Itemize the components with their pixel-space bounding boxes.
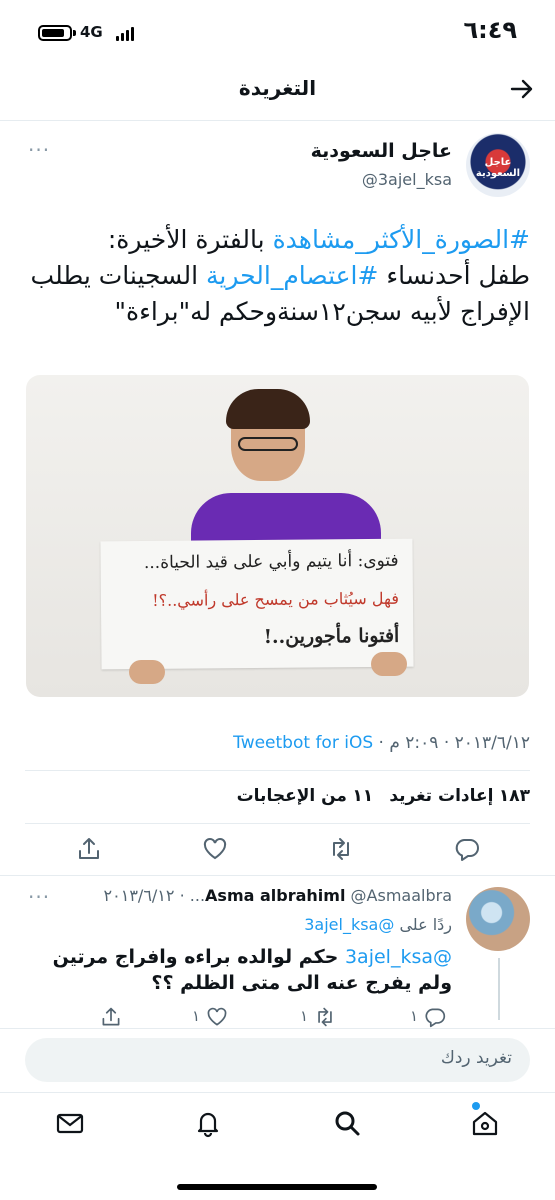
home-indicator xyxy=(177,1184,377,1190)
reply-compose-field[interactable]: تغريد ردك xyxy=(25,1038,530,1082)
reply-reply-button[interactable]: ١ xyxy=(410,1006,460,1030)
sign-line: أفتونا مأجورين..! xyxy=(263,624,400,648)
tab-home[interactable] xyxy=(470,1102,500,1138)
replying-to: ردًا على @3ajel_ksa xyxy=(304,915,452,934)
header-divider xyxy=(0,120,555,121)
actions-divider xyxy=(0,875,555,876)
photo-child-glasses xyxy=(238,437,298,451)
share-icon xyxy=(102,1007,120,1026)
reply-avatar[interactable] xyxy=(466,887,530,951)
retweet-icon xyxy=(333,838,349,860)
meta-separator: · xyxy=(443,733,450,753)
tweet-text-part: بالفترة الأخيرة: xyxy=(107,225,273,254)
notification-dot xyxy=(472,1102,480,1110)
author-handle[interactable]: @3ajel_ksa xyxy=(362,170,452,189)
more-icon[interactable]: ··· xyxy=(28,885,50,909)
photo-hand xyxy=(129,660,165,684)
search-icon xyxy=(335,1111,360,1136)
back-button[interactable] xyxy=(509,76,535,108)
stats-divider xyxy=(25,823,530,824)
battery-icon xyxy=(38,25,72,41)
home-icon xyxy=(472,1111,498,1136)
tweet-stats: ١٨٣ إعادات تغريد ١١ من الإعجابات xyxy=(237,786,530,806)
tweet-time: ٢:٠٩ م xyxy=(389,733,439,753)
network-type: 4G xyxy=(80,23,103,41)
tab-search[interactable] xyxy=(332,1108,362,1138)
retweet-icon xyxy=(318,1007,332,1027)
likes-label: من الإعجابات xyxy=(236,786,347,806)
sign-line: فتوى: أنا يتيم وأبي على قيد الحياة... xyxy=(143,550,399,573)
replying-to-handle[interactable]: @3ajel_ksa xyxy=(304,915,394,934)
photo-sign: فتوى: أنا يتيم وأبي على قيد الحياة... فه… xyxy=(100,538,414,670)
reply-share-button[interactable] xyxy=(100,1006,124,1030)
reply-header: Asma albrahiml @Asmaalbra... · ٢٠١٣/٦/١٢ xyxy=(104,886,452,905)
reply-date: ٢٠١٣/٦/١٢ xyxy=(103,886,175,905)
tweet-text-part: طفل أحدنساء xyxy=(378,261,530,290)
clock: ٦:٤٩ xyxy=(463,16,517,44)
replying-to-label: ردًا على xyxy=(399,915,452,934)
tabbar-divider xyxy=(0,1092,555,1093)
hashtag-link[interactable]: #الصورة_الأكثر_مشاهدة xyxy=(273,225,530,254)
avatar-logo-text: عاجل السعودية xyxy=(475,157,521,179)
comment-icon xyxy=(455,839,479,861)
likes-count: ١١ xyxy=(352,786,374,806)
comment-icon xyxy=(425,1008,446,1028)
reply-reply-count: ١ xyxy=(410,1007,419,1025)
reply-button[interactable] xyxy=(454,836,480,862)
arrow-right-icon xyxy=(510,79,533,99)
reply-mention[interactable]: @3ajel_ksa xyxy=(345,946,452,968)
tweet-meta: ٢٠١٣/٦/١٢ · ٢:٠٩ م · Tweetbot for iOS xyxy=(233,733,530,753)
more-icon[interactable]: ··· xyxy=(28,138,50,162)
bell-icon xyxy=(197,1112,219,1138)
tab-messages[interactable] xyxy=(55,1108,85,1138)
share-icon xyxy=(79,838,99,859)
tweet-date: ٢٠١٣/٦/١٢ xyxy=(454,733,530,753)
retweets-stat[interactable]: ١٨٣ إعادات تغريد xyxy=(389,786,530,806)
compose-divider xyxy=(0,1028,555,1029)
tweet-source-link[interactable]: Tweetbot for iOS xyxy=(233,733,373,753)
status-bar: 4G ٦:٤٩ xyxy=(0,0,555,60)
top-bar: التغريدة xyxy=(0,62,555,120)
page-title: التغريدة xyxy=(238,76,317,100)
likes-stat[interactable]: ١١ من الإعجابات xyxy=(237,786,374,806)
retweet-button[interactable] xyxy=(328,836,354,862)
thread-line xyxy=(498,958,500,1020)
battery-tip xyxy=(73,30,76,36)
signal-icon xyxy=(116,25,136,41)
reply-like-button[interactable]: ١ xyxy=(192,1006,242,1030)
meta-divider xyxy=(25,770,530,771)
mail-icon xyxy=(56,1113,84,1134)
retweets-count: ١٨٣ xyxy=(498,786,530,806)
sign-line: فهل سيُثاب من يمسح على رأسي..؟! xyxy=(152,588,400,610)
share-button[interactable] xyxy=(76,836,102,862)
heart-icon xyxy=(203,838,227,860)
hashtag-link[interactable]: #اعتصام_الحرية xyxy=(206,261,379,290)
meta-separator: · xyxy=(378,733,384,753)
reply-retweet-button[interactable]: ١ xyxy=(300,1006,350,1030)
heart-icon xyxy=(207,1007,227,1026)
reply-like-count: ١ xyxy=(192,1007,201,1025)
reply-separator: · xyxy=(179,886,185,905)
photo-hand xyxy=(371,652,407,676)
avatar[interactable]: عاجل السعودية xyxy=(466,133,530,197)
author-name[interactable]: عاجل السعودية xyxy=(311,140,452,162)
reply-text: @3ajel_ksa حكم لوالده براءه وافراج مرتين… xyxy=(27,944,452,996)
tab-notifications[interactable] xyxy=(193,1108,223,1138)
retweets-label: إعادات تغريد xyxy=(389,786,494,806)
reply-retweet-count: ١ xyxy=(300,1007,309,1025)
like-button[interactable] xyxy=(202,836,228,862)
compose-placeholder: تغريد ردك xyxy=(440,1048,512,1068)
tweet-photo[interactable]: فتوى: أنا يتيم وأبي على قيد الحياة... فه… xyxy=(26,375,529,697)
tweet-text: #الصورة_الأكثر_مشاهدة بالفترة الأخيرة: ط… xyxy=(25,222,530,330)
photo-child-hair xyxy=(226,389,310,429)
reply-author-name[interactable]: Asma albrahiml xyxy=(205,886,345,905)
